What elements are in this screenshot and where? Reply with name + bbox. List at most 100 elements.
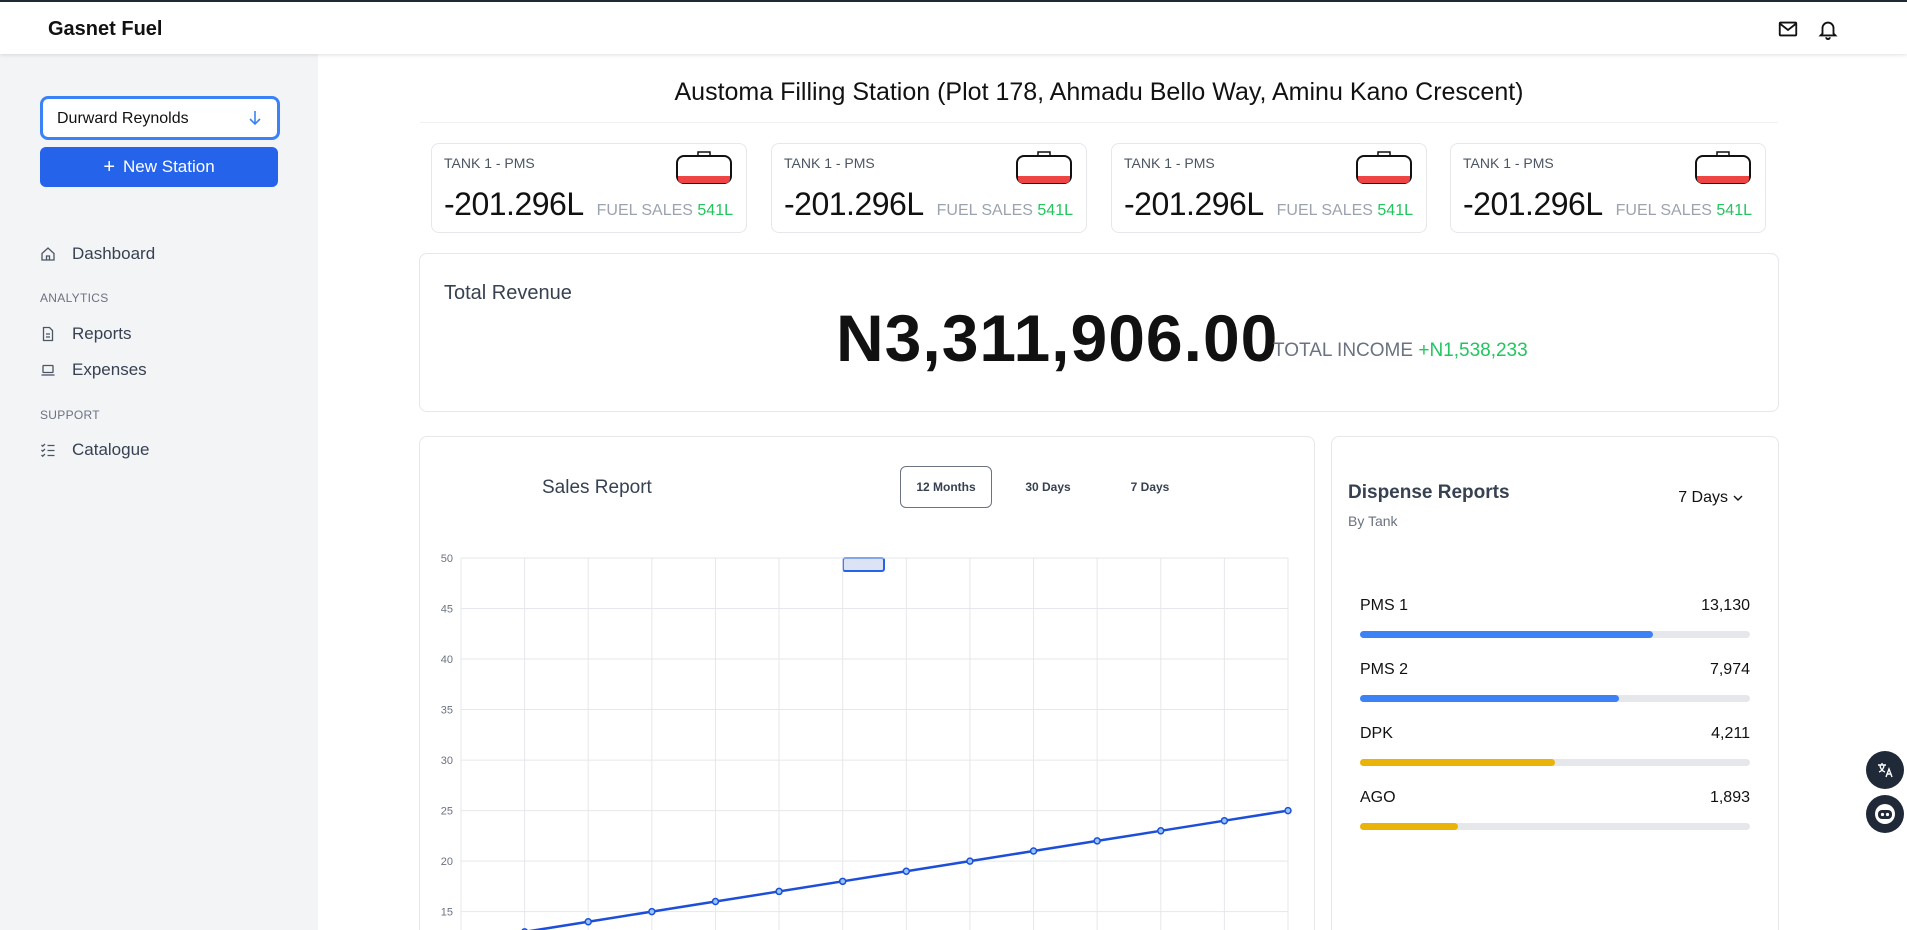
- range-7-days-button[interactable]: 7 Days: [1104, 466, 1196, 508]
- y-tick-label: 35: [441, 705, 453, 717]
- dispense-title: Dispense Reports: [1348, 482, 1510, 503]
- range-12-months-button[interactable]: 12 Months: [900, 466, 992, 508]
- dispense-progress-track: [1360, 823, 1750, 830]
- fuel-sales: FUEL SALES 541L: [1616, 202, 1752, 220]
- sidebar-item-expenses[interactable]: Expenses: [40, 360, 147, 380]
- tank-level: -201.296L: [444, 186, 584, 222]
- y-tick-label: 45: [441, 604, 453, 616]
- analytics-heading: ANALYTICS: [40, 291, 109, 305]
- laptop-icon: [41, 364, 55, 376]
- tank-card[interactable]: TANK 1 - PMS -201.296L FUEL SALES 541L: [771, 143, 1087, 233]
- total-income-label: TOTAL INCOME: [1273, 340, 1414, 361]
- sidebar-item-label: Reports: [72, 324, 132, 343]
- data-point[interactable]: [711, 897, 720, 906]
- fuel-sales: FUEL SALES 541L: [597, 202, 733, 220]
- dispense-progress-fill: [1360, 823, 1458, 830]
- chart-y-ticks: 15 20 25 30 35 40 45 50: [441, 553, 453, 919]
- fuel-sales-label: FUEL SALES: [936, 202, 1033, 219]
- bell-icon[interactable]: [1817, 18, 1839, 40]
- data-point[interactable]: [1029, 847, 1038, 855]
- y-tick-label: 50: [441, 553, 453, 565]
- dispense-progress-track: [1360, 695, 1750, 702]
- revenue-amount: N3,311,906.00: [836, 301, 1279, 375]
- sidebar-item-label: Expenses: [72, 360, 147, 379]
- sidebar: Durward Reynolds + New Station Dashboard…: [0, 54, 318, 930]
- dispense-row-name: PMS 2: [1360, 661, 1409, 678]
- dispense-reports-card: Dispense Reports By Tank 7 Days PMS 1 13…: [1331, 436, 1779, 930]
- total-income: TOTAL INCOME +N1,538,233: [1273, 340, 1528, 362]
- title-divider: [420, 122, 1778, 123]
- chevron-down-icon: [1733, 495, 1743, 501]
- dispense-row-name: AGO: [1360, 789, 1396, 806]
- data-point[interactable]: [838, 877, 847, 886]
- fuel-sales: FUEL SALES 541L: [1277, 202, 1413, 220]
- fuel-sales-label: FUEL SALES: [1615, 202, 1712, 219]
- tank-level: -201.296L: [784, 186, 924, 222]
- fuel-sales-value: 541L: [1377, 202, 1413, 219]
- data-point[interactable]: [902, 867, 911, 875]
- fuel-sales-value: 541L: [1037, 202, 1073, 219]
- tank-label: TANK 1 - PMS: [1124, 155, 1215, 171]
- revenue-title: Total Revenue: [444, 282, 572, 304]
- fuel-tank-icon: [676, 151, 732, 184]
- fuel-sales-label: FUEL SALES: [596, 202, 693, 219]
- tank-level: -201.296L: [1124, 186, 1264, 222]
- data-point[interactable]: [584, 917, 592, 926]
- sidebar-item-label: Dashboard: [72, 244, 156, 263]
- data-point[interactable]: [966, 857, 974, 865]
- y-tick-label: 40: [441, 654, 453, 666]
- sidebar-item-label: Catalogue: [72, 440, 150, 459]
- support-heading: SUPPORT: [40, 408, 100, 422]
- dispense-progress-track: [1360, 759, 1750, 766]
- sales-report-title: Sales Report: [542, 477, 652, 498]
- dispense-row-name: DPK: [1360, 725, 1393, 742]
- mail-icon[interactable]: [1777, 18, 1799, 40]
- data-point[interactable]: [775, 887, 783, 896]
- station-title: Austoma Filling Station (Plot 178, Ahmad…: [674, 78, 1524, 106]
- station-select[interactable]: Durward Reynolds: [40, 96, 280, 140]
- tank-level: -201.296L: [1463, 186, 1603, 222]
- data-point[interactable]: [1284, 806, 1292, 815]
- assistant-button[interactable]: [1866, 795, 1904, 833]
- sidebar-item-dashboard[interactable]: Dashboard: [40, 244, 155, 264]
- home-icon: [41, 247, 55, 261]
- y-tick-label: 30: [441, 755, 453, 767]
- dispense-progress-track: [1360, 631, 1750, 638]
- document-icon: [42, 326, 54, 342]
- brand-logo[interactable]: Gasnet Fuel: [48, 18, 162, 41]
- tank-card[interactable]: TANK 1 - PMS -201.296L FUEL SALES 541L: [431, 143, 747, 233]
- new-station-button[interactable]: + New Station: [40, 147, 278, 187]
- translate-button[interactable]: [1866, 751, 1904, 789]
- dispense-row-amount: 7,974: [1709, 661, 1750, 678]
- legend-marker[interactable]: [842, 557, 885, 572]
- y-tick-label: 15: [441, 907, 453, 919]
- data-point[interactable]: [1157, 827, 1165, 835]
- top-bar: Gasnet Fuel: [0, 0, 1907, 54]
- fuel-tank-icon: [1016, 151, 1072, 184]
- data-point[interactable]: [1093, 837, 1101, 845]
- fuel-sales-value: 541L: [697, 202, 733, 219]
- fuel-tank-icon: [1356, 151, 1412, 184]
- arrow-down-icon: [249, 111, 261, 126]
- dispense-progress-fill: [1360, 631, 1653, 638]
- assistant-icon: [1875, 804, 1895, 824]
- checklist-icon: [41, 443, 55, 458]
- fuel-sales-value: 541L: [1716, 202, 1752, 219]
- sales-line-chart: 15 20 25 30 35 40 45 50: [441, 553, 1292, 930]
- dispense-period-dropdown[interactable]: 7 Days: [1678, 489, 1744, 507]
- data-point[interactable]: [1220, 816, 1229, 825]
- data-point[interactable]: [648, 907, 656, 916]
- sales-report-card: Sales Report 12 Months 30 Days 7 Days 15…: [419, 436, 1315, 930]
- sidebar-item-reports[interactable]: Reports: [40, 324, 132, 344]
- dispense-row-amount: 13,130: [1701, 597, 1750, 614]
- tank-label: TANK 1 - PMS: [444, 155, 535, 171]
- dispense-subtitle: By Tank: [1348, 513, 1398, 529]
- tank-card[interactable]: TANK 1 - PMS -201.296L FUEL SALES 541L: [1111, 143, 1427, 233]
- fuel-tank-icon: [1695, 151, 1751, 184]
- chart-grid: [460, 557, 1289, 930]
- dispense-row-amount: 4,211: [1711, 725, 1750, 742]
- sidebar-item-catalogue[interactable]: Catalogue: [40, 440, 150, 460]
- range-30-days-button[interactable]: 30 Days: [1002, 466, 1094, 508]
- tank-card[interactable]: TANK 1 - PMS -201.296L FUEL SALES 541L: [1450, 143, 1766, 233]
- translate-icon: [1878, 763, 1893, 778]
